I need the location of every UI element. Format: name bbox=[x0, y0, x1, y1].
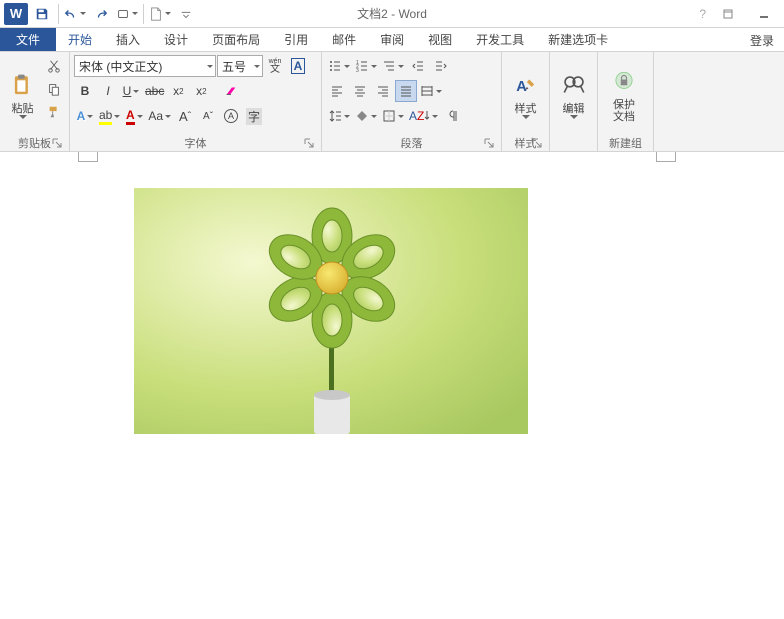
increase-indent-button[interactable] bbox=[430, 55, 452, 77]
window-controls: ? bbox=[699, 4, 778, 24]
group-editing: 编辑 bbox=[550, 52, 598, 151]
tab-mailings[interactable]: 邮件 bbox=[320, 28, 368, 51]
superscript-button[interactable]: x2 bbox=[190, 80, 212, 102]
tab-view[interactable]: 视图 bbox=[416, 28, 464, 51]
text-effects-button[interactable]: A bbox=[74, 105, 96, 127]
italic-button[interactable]: I bbox=[97, 80, 119, 102]
numbering-button[interactable]: 123 bbox=[353, 55, 379, 77]
tab-newtab[interactable]: 新建选项卡 bbox=[536, 28, 620, 51]
shading-button[interactable] bbox=[353, 105, 379, 127]
group-font: 宋体 (中文正文) 五号 wén文 A B I U abc x2 x2 A bbox=[70, 52, 322, 151]
new-doc-button[interactable] bbox=[148, 2, 172, 26]
font-family-combo[interactable]: 宋体 (中文正文) bbox=[74, 55, 216, 77]
tab-file[interactable]: 文件 bbox=[0, 28, 56, 51]
font-dialog-launcher[interactable] bbox=[303, 138, 315, 150]
svg-text:A: A bbox=[516, 79, 527, 95]
subscript-button[interactable]: x2 bbox=[167, 80, 189, 102]
inserted-image-flower[interactable] bbox=[134, 188, 528, 434]
svg-text:3: 3 bbox=[356, 68, 359, 73]
quick-access-toolbar: W bbox=[0, 2, 198, 26]
group-clipboard: 粘贴 剪贴板 bbox=[0, 52, 70, 151]
tab-insert[interactable]: 插入 bbox=[104, 28, 152, 51]
clear-formatting-button[interactable] bbox=[220, 80, 242, 102]
line-spacing-button[interactable] bbox=[326, 105, 352, 127]
styles-button[interactable]: A 样式 bbox=[506, 55, 545, 135]
paste-button[interactable]: 粘贴 bbox=[4, 55, 41, 135]
ribbon-display-button[interactable] bbox=[714, 4, 742, 24]
borders-button[interactable] bbox=[380, 105, 406, 127]
sort-button[interactable]: AZ bbox=[407, 105, 440, 127]
group-paragraph: 123 AZ bbox=[322, 52, 502, 151]
align-center-button[interactable] bbox=[349, 80, 371, 102]
distributed-button[interactable] bbox=[418, 80, 444, 102]
window-title: 文档2 - Word bbox=[357, 5, 427, 22]
tab-review[interactable]: 审阅 bbox=[368, 28, 416, 51]
help-icon[interactable]: ? bbox=[699, 7, 706, 21]
group-newgroup: 保护 文档 新建组 bbox=[598, 52, 654, 151]
tab-home[interactable]: 开始 bbox=[56, 28, 104, 51]
cut-button[interactable] bbox=[43, 55, 65, 77]
align-left-button[interactable] bbox=[326, 80, 348, 102]
enclose-char-button[interactable]: A bbox=[220, 105, 242, 127]
minimize-button[interactable] bbox=[750, 4, 778, 24]
bullets-button[interactable] bbox=[326, 55, 352, 77]
shrink-font-button[interactable]: Aˇ bbox=[197, 105, 219, 127]
word-app-icon: W bbox=[4, 3, 28, 25]
ribbon: 粘贴 剪贴板 宋体 (中文正文) 五号 wén文 A bbox=[0, 52, 784, 152]
strikethrough-button[interactable]: abc bbox=[143, 80, 166, 102]
editing-button[interactable]: 编辑 bbox=[554, 55, 593, 135]
ruler-right-marker bbox=[656, 152, 676, 162]
touch-mode-button[interactable] bbox=[115, 2, 139, 26]
copy-button[interactable] bbox=[43, 78, 65, 100]
char-border-button[interactable]: A bbox=[287, 55, 309, 77]
show-marks-button[interactable] bbox=[441, 105, 463, 127]
tab-design[interactable]: 设计 bbox=[152, 28, 200, 51]
document-page[interactable] bbox=[6, 168, 776, 608]
ribbon-tabs: 文件 开始 插入 设计 页面布局 引用 邮件 审阅 视图 开发工具 新建选项卡 … bbox=[0, 28, 784, 52]
font-color-button[interactable]: A bbox=[123, 105, 145, 127]
bold-button[interactable]: B bbox=[74, 80, 96, 102]
tab-developer[interactable]: 开发工具 bbox=[464, 28, 536, 51]
redo-button[interactable] bbox=[89, 2, 113, 26]
format-painter-button[interactable] bbox=[43, 101, 65, 123]
tab-references[interactable]: 引用 bbox=[272, 28, 320, 51]
multilevel-list-button[interactable] bbox=[380, 55, 406, 77]
tab-layout[interactable]: 页面布局 bbox=[200, 28, 272, 51]
protect-document-button[interactable]: 保护 文档 bbox=[602, 55, 646, 135]
undo-button[interactable] bbox=[63, 2, 87, 26]
underline-button[interactable]: U bbox=[120, 80, 142, 102]
align-justify-button[interactable] bbox=[395, 80, 417, 102]
group-styles: A 样式 样式 bbox=[502, 52, 550, 151]
save-button[interactable] bbox=[30, 2, 54, 26]
decrease-indent-button[interactable] bbox=[407, 55, 429, 77]
login-link[interactable]: 登录 bbox=[750, 32, 774, 49]
change-case-button[interactable]: Aa bbox=[146, 105, 173, 127]
align-right-button[interactable] bbox=[372, 80, 394, 102]
phonetic-guide-button[interactable]: wén文 bbox=[264, 55, 286, 77]
char-shading-button[interactable]: 字 bbox=[243, 105, 265, 127]
grow-font-button[interactable]: Aˆ bbox=[174, 105, 196, 127]
clipboard-dialog-launcher[interactable] bbox=[51, 138, 63, 150]
styles-dialog-launcher[interactable] bbox=[531, 138, 543, 150]
document-area bbox=[0, 152, 784, 619]
title-bar: W 文档2 - Word ? bbox=[0, 0, 784, 28]
highlight-button[interactable]: ab bbox=[97, 105, 122, 127]
ruler-left-marker bbox=[78, 152, 98, 162]
font-size-combo[interactable]: 五号 bbox=[217, 55, 263, 77]
paragraph-dialog-launcher[interactable] bbox=[483, 138, 495, 150]
qat-customize-button[interactable] bbox=[174, 2, 198, 26]
